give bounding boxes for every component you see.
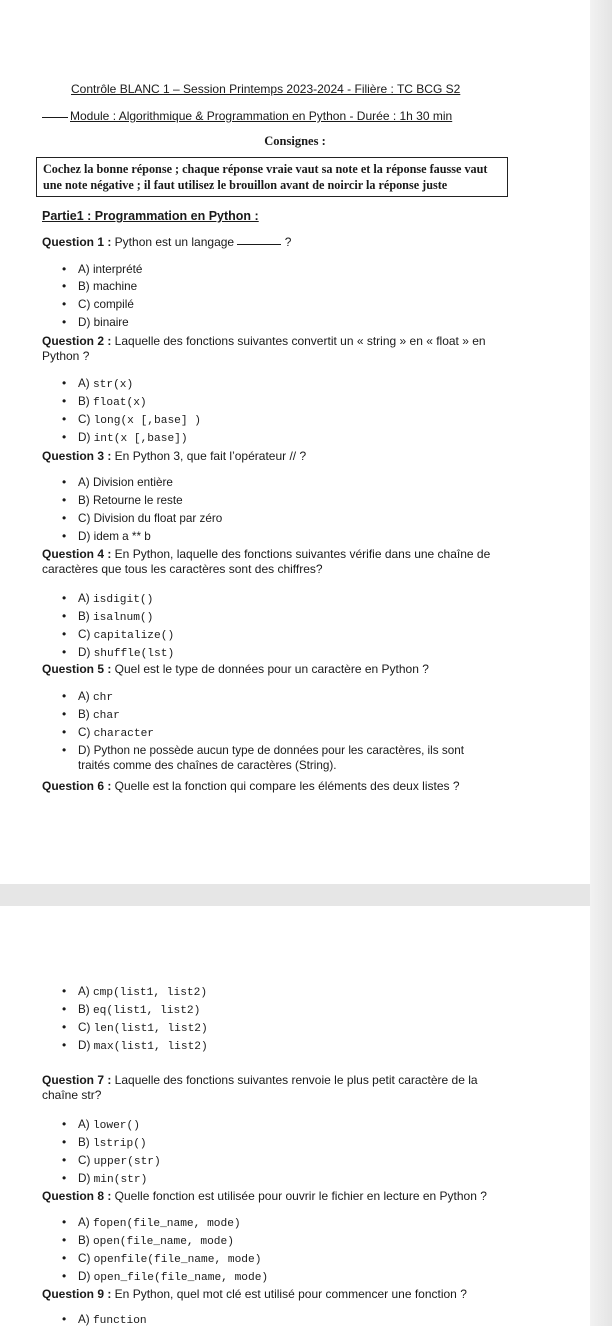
option-8a[interactable]: • A) fopen(file_name, mode) (62, 1215, 241, 1232)
question-4: Question 4 : En Python, laquelle des fon… (42, 547, 512, 577)
option-3b[interactable]: • B) Retourne le reste (62, 493, 183, 508)
option-8c[interactable]: • C) openfile(file_name, mode) (62, 1251, 261, 1268)
question-1: Question 1 : Python est un langage ? (42, 235, 512, 250)
option-3a[interactable]: • A) Division entière (62, 475, 173, 490)
option-2a[interactable]: • A) str(x) (62, 376, 133, 393)
question-8: Question 8 : Quelle fonction est utilisé… (42, 1189, 512, 1204)
option-6b[interactable]: • B) eq(list1, list2) (62, 1002, 200, 1019)
question-label: Question 3 : (42, 449, 112, 463)
question-text: En Python, quel mot clé est utilisé pour… (111, 1287, 467, 1301)
question-label: Question 9 : (42, 1287, 112, 1301)
option-1c[interactable]: • C) compilé (62, 297, 134, 312)
question-label: Question 8 : (42, 1189, 112, 1203)
question-text: Quel est le type de données pour un cara… (111, 662, 429, 676)
option-4a[interactable]: • A) isdigit() (62, 591, 153, 608)
option-9a[interactable]: • A) function (62, 1312, 147, 1329)
question-label: Question 2 : (42, 334, 112, 348)
option-8d[interactable]: • D) open_file(file_name, mode) (62, 1269, 268, 1286)
exam-header-module: Module : Algorithmique & Programmation e… (42, 109, 460, 123)
option-2b[interactable]: • B) float(x) (62, 394, 147, 411)
option-5c[interactable]: • C) character (62, 725, 154, 742)
option-4c[interactable]: • C) capitalize() (62, 627, 174, 644)
option-3d[interactable]: • D) idem a ** b (62, 529, 151, 544)
question-text: En Python 3, que fait l’opérateur // ? (111, 449, 307, 463)
page-gap (0, 884, 612, 906)
question-9: Question 9 : En Python, quel mot clé est… (42, 1287, 512, 1302)
question-label: Question 7 : (42, 1073, 112, 1087)
option-8b[interactable]: • B) open(file_name, mode) (62, 1233, 234, 1250)
question-label: Question 5 : (42, 662, 112, 676)
option-6a[interactable]: • A) cmp(list1, list2) (62, 984, 207, 1001)
part-title: Partie1 : Programmation en Python : (42, 209, 259, 223)
option-1a[interactable]: • A) interprété (62, 262, 142, 277)
question-3: Question 3 : En Python 3, que fait l’opé… (42, 449, 512, 464)
module-label: Module : Algorithmique & Programmation e… (70, 109, 453, 123)
question-label: Question 4 : (42, 547, 112, 561)
option-1d[interactable]: • D) binaire (62, 315, 129, 330)
option-5d[interactable]: • D) Python ne possède aucun type de donn… (62, 743, 502, 773)
option-7c[interactable]: • C) upper(str) (62, 1153, 161, 1170)
instructions-title: Consignes : (264, 134, 326, 148)
question-2: Question 2 : Laquelle des fonctions suiv… (42, 334, 512, 364)
option-3c[interactable]: • C) Division du float par zéro (62, 511, 222, 526)
option-6d[interactable]: • D) max(list1, list2) (62, 1038, 208, 1055)
option-5a[interactable]: • A) chr (62, 689, 113, 706)
question-6: Question 6 : Quelle est la fonction qui … (42, 779, 512, 794)
question-text: Python est un langage (111, 235, 235, 249)
option-7b[interactable]: • B) lstrip() (62, 1135, 147, 1152)
option-2d[interactable]: • D) int(x [,base]) (62, 430, 188, 447)
exam-header-title: Contrôle BLANC 1 – Session Printemps 202… (71, 82, 461, 96)
question-text: Quelle est la fonction qui compare les é… (111, 779, 460, 793)
question-7: Question 7 : Laquelle des fonctions suiv… (42, 1073, 512, 1103)
option-4b[interactable]: • B) isalnum() (62, 609, 153, 626)
option-7a[interactable]: • A) lower() (62, 1117, 140, 1134)
option-2c[interactable]: • C) long(x [,base] ) (62, 412, 201, 429)
question-text: Quelle fonction est utilisée pour ouvrir… (111, 1189, 487, 1203)
option-1b[interactable]: • B) machine (62, 279, 137, 294)
option-4d[interactable]: • D) shuffle(lst) (62, 645, 174, 662)
question-label: Question 1 : (42, 235, 112, 249)
header-rule (42, 117, 68, 118)
option-6c[interactable]: • C) len(list1, list2) (62, 1020, 208, 1037)
question-text-end: ? (281, 235, 292, 249)
option-5b[interactable]: • B) char (62, 707, 120, 724)
answer-blank (237, 244, 282, 245)
question-label: Question 6 : (42, 779, 112, 793)
instructions-box: Cochez la bonne réponse ; chaque réponse… (36, 157, 508, 197)
option-7d[interactable]: • D) min(str) (62, 1171, 147, 1188)
page-edge-shadow (590, 0, 612, 1326)
question-5: Question 5 : Quel est le type de données… (42, 662, 512, 677)
